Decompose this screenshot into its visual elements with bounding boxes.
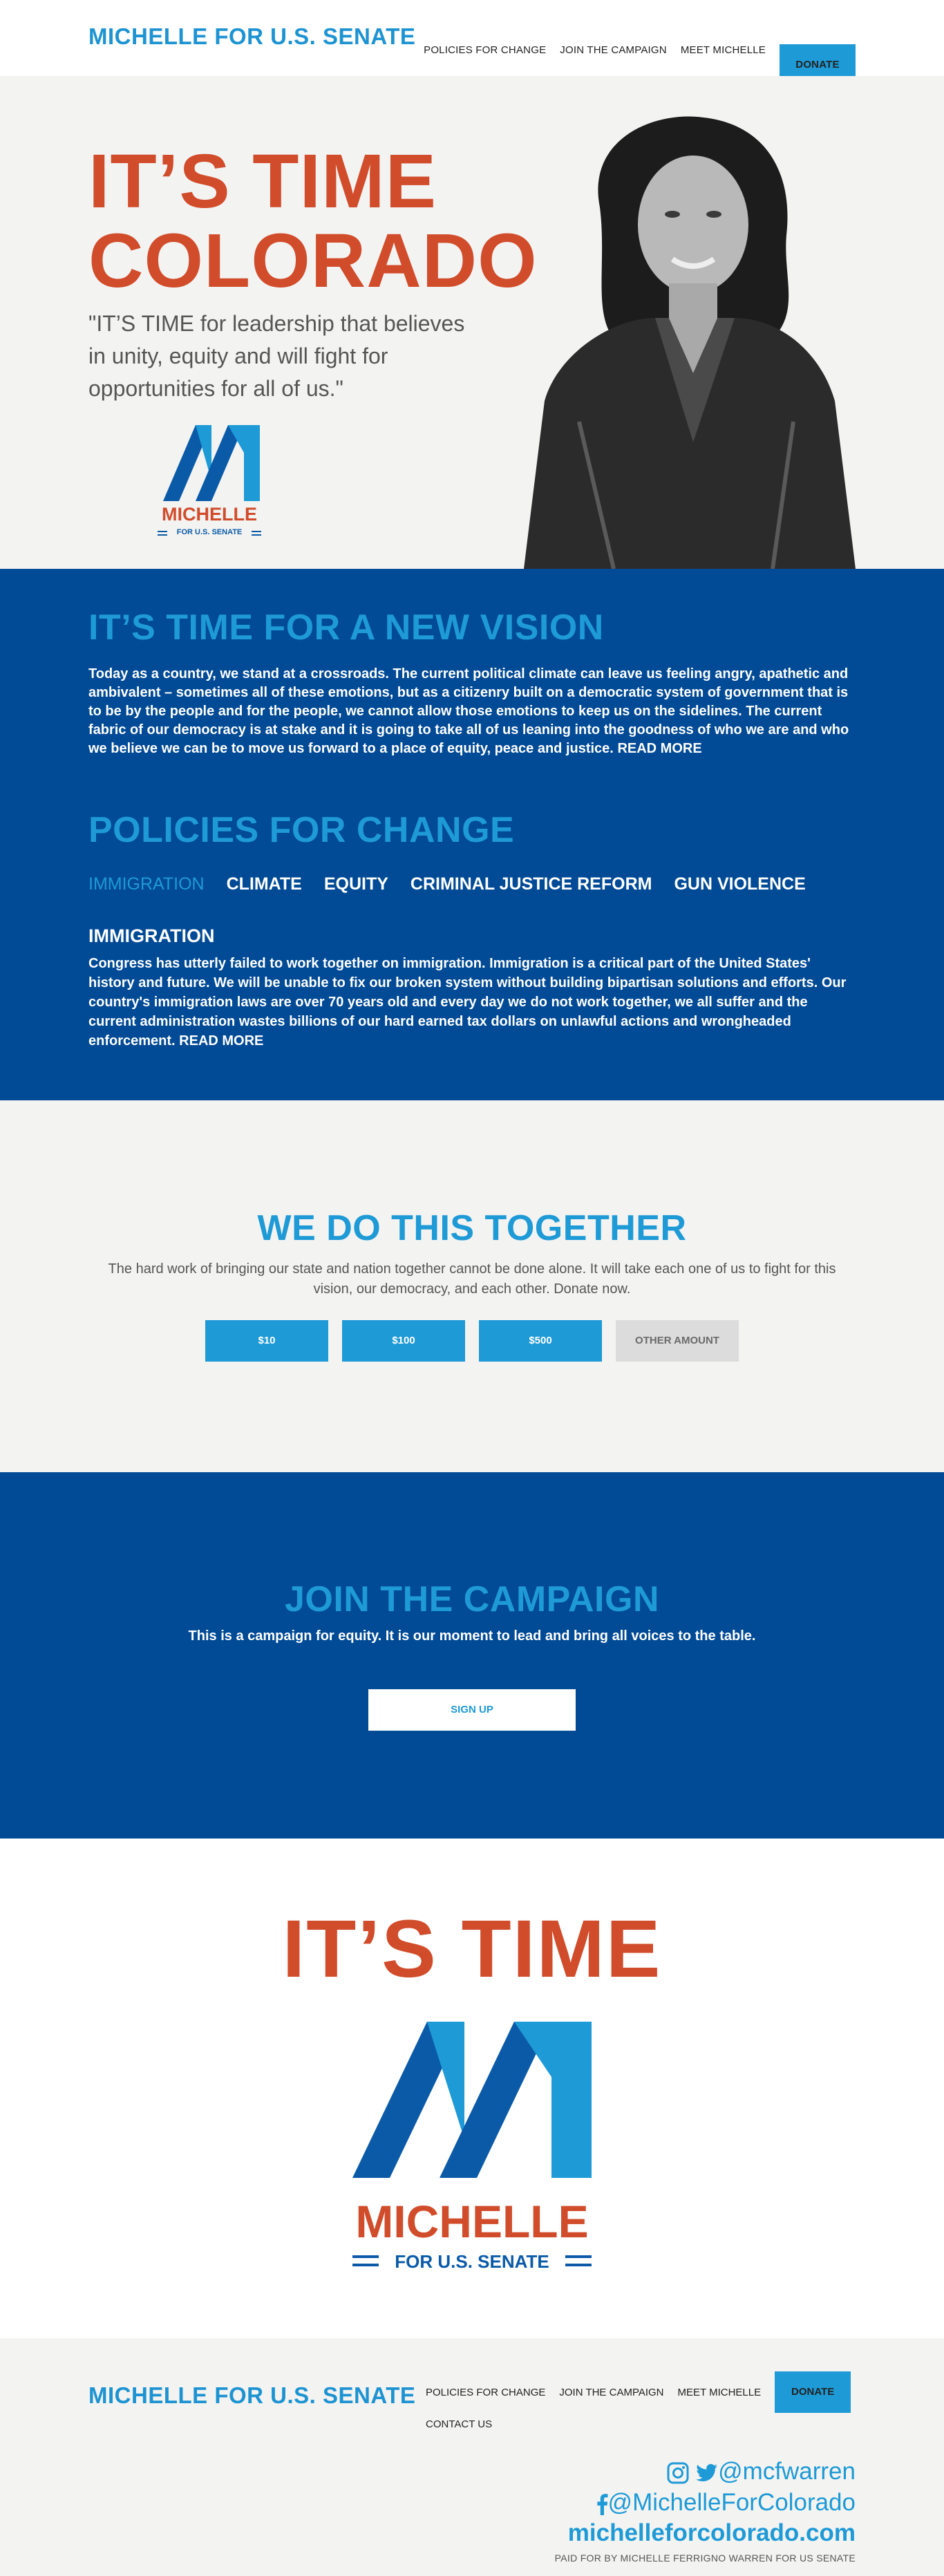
tab-climate[interactable]: CLIMATE bbox=[227, 874, 302, 894]
logo-sub: FOR U.S. SENATE bbox=[395, 2251, 549, 2271]
social-handle[interactable]: @mcfwarren bbox=[718, 2458, 856, 2485]
logo-name: MICHELLE bbox=[355, 2196, 588, 2247]
site-header: MICHELLE FOR U.S. SENATE POLICIES FOR CH… bbox=[0, 0, 944, 86]
facebook-handle[interactable]: @MichelleForColorado bbox=[608, 2489, 856, 2516]
tab-immigration[interactable]: IMMIGRATION bbox=[88, 874, 205, 894]
footer-policies-link[interactable]: POLICIES FOR CHANGE bbox=[426, 2387, 545, 2398]
amount-100-button[interactable]: $100 bbox=[342, 1320, 465, 1362]
twitter-icon[interactable] bbox=[696, 2463, 718, 2483]
logo-sub: FOR U.S. SENATE bbox=[177, 528, 243, 536]
tab-equity[interactable]: EQUITY bbox=[324, 874, 388, 894]
vision-text: Today as a country, we stand at a crossr… bbox=[88, 665, 856, 758]
nav-meet-link[interactable]: MEET MICHELLE bbox=[681, 44, 766, 56]
footer-meet-link[interactable]: MEET MICHELLE bbox=[678, 2387, 762, 2398]
together-text: The hard work of bringing our state and … bbox=[108, 1261, 836, 1297]
facebook-row: @MichelleForColorado bbox=[568, 2487, 856, 2518]
policy-heading: IMMIGRATION bbox=[88, 925, 215, 946]
join-section: JOIN THE CAMPAIGN This is a campaign for… bbox=[0, 1472, 944, 1839]
footer-donate-button[interactable]: DONATE bbox=[775, 2371, 851, 2413]
vision-body: Today as a country, we stand at a crossr… bbox=[88, 666, 849, 756]
other-amount-button[interactable]: OTHER AMOUNT bbox=[616, 1320, 739, 1362]
footer-join-link[interactable]: JOIN THE CAMPAIGN bbox=[559, 2387, 663, 2398]
policy-text: Congress has utterly failed to work toge… bbox=[88, 954, 856, 1051]
nav-join-link[interactable]: JOIN THE CAMPAIGN bbox=[560, 44, 667, 56]
paid-for-disclaimer: PAID FOR BY MICHELLE FERRIGNO WARREN FOR… bbox=[554, 2553, 856, 2564]
signup-button[interactable]: SIGN UP bbox=[368, 1689, 576, 1731]
logo-name: MICHELLE bbox=[162, 504, 257, 525]
campaign-logo-large: MICHELLE FOR U.S. SENATE bbox=[352, 2022, 592, 2271]
top-nav: POLICIES FOR CHANGE JOIN THE CAMPAIGN ME… bbox=[410, 17, 856, 86]
campaign-logo: MICHELLE FOR U.S. SENATE bbox=[158, 425, 261, 536]
its-time-section: IT’S TIME MICHELLE FOR U.S. SENATE bbox=[0, 1839, 944, 2338]
website-link[interactable]: michelleforcolorado.com bbox=[568, 2518, 856, 2548]
social-handle-row: @mcfwarren bbox=[568, 2456, 856, 2487]
hero-title: IT’S TIME COLORADO bbox=[88, 142, 538, 301]
policy-tabs: IMMIGRATION CLIMATE EQUITY CRIMINAL JUST… bbox=[88, 874, 856, 894]
footer-nav: POLICIES FOR CHANGE JOIN THE CAMPAIGN ME… bbox=[426, 2371, 856, 2430]
instagram-icon[interactable] bbox=[667, 2462, 689, 2484]
together-title: WE DO THIS TOGETHER bbox=[257, 1208, 687, 1248]
donate-section: WE DO THIS TOGETHER The hard work of bri… bbox=[0, 1100, 944, 1472]
candidate-photo bbox=[524, 116, 856, 569]
join-title: JOIN THE CAMPAIGN bbox=[284, 1579, 659, 1619]
social-links: @mcfwarren @MichelleForColorado michelle… bbox=[568, 2456, 856, 2548]
site-brand[interactable]: MICHELLE FOR U.S. SENATE bbox=[88, 23, 415, 50]
hero-title-line1: IT’S TIME bbox=[88, 139, 437, 224]
hero-section: IT’S TIME COLORADO "IT’S TIME for leader… bbox=[0, 76, 944, 569]
policy-read-more-link[interactable]: READ MORE bbox=[179, 1033, 263, 1049]
amount-10-button[interactable]: $10 bbox=[205, 1320, 328, 1362]
donation-amounts: $10 $100 $500 OTHER AMOUNT bbox=[0, 1320, 944, 1362]
hero-quote: "IT’S TIME for leadership that believes … bbox=[88, 311, 465, 401]
join-text: This is a campaign for equity. It is our… bbox=[188, 1628, 756, 1644]
hero-title-line2: COLORADO bbox=[88, 218, 538, 303]
site-footer: MICHELLE FOR U.S. SENATE POLICIES FOR CH… bbox=[0, 2338, 944, 2576]
tab-criminal-justice-reform[interactable]: CRIMINAL JUSTICE REFORM bbox=[410, 874, 652, 894]
vision-section: IT’S TIME FOR A NEW VISION Today as a co… bbox=[0, 569, 944, 1100]
footer-brand[interactable]: MICHELLE FOR U.S. SENATE bbox=[88, 2382, 415, 2409]
amount-500-button[interactable]: $500 bbox=[479, 1320, 602, 1362]
facebook-icon[interactable] bbox=[596, 2493, 608, 2515]
its-time-title: IT’S TIME bbox=[282, 1903, 662, 1995]
footer-contact-link[interactable]: CONTACT US bbox=[426, 2418, 842, 2430]
vision-read-more-link[interactable]: READ MORE bbox=[617, 741, 701, 756]
policies-title: POLICIES FOR CHANGE bbox=[88, 810, 515, 850]
vision-title: IT’S TIME FOR A NEW VISION bbox=[88, 608, 604, 648]
nav-policies-link[interactable]: POLICIES FOR CHANGE bbox=[424, 44, 546, 56]
tab-gun-violence[interactable]: GUN VIOLENCE bbox=[674, 874, 805, 894]
